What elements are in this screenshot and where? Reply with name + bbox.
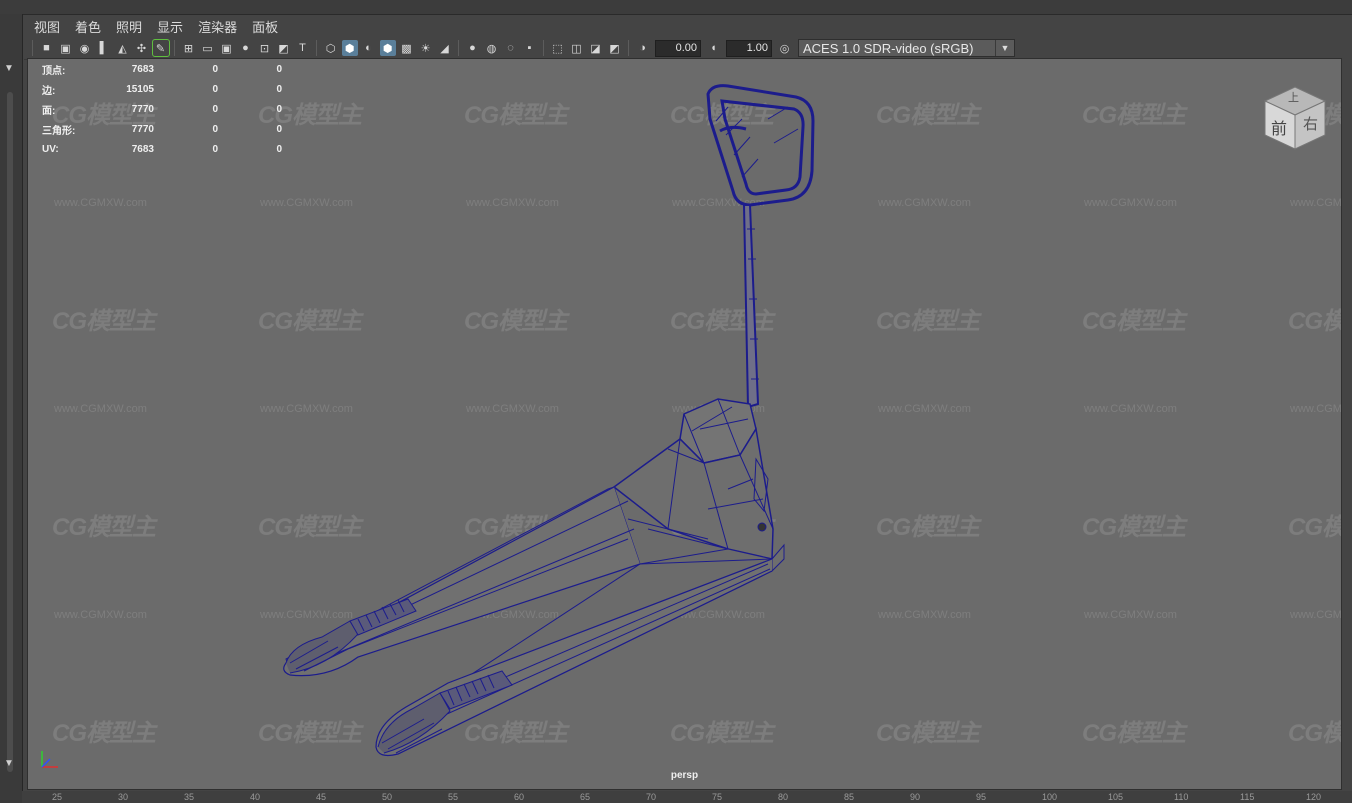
isolate-select-icon[interactable]: ⬚ [550,40,566,56]
scroll-track[interactable] [7,92,13,772]
viewport-menu-bar: 视图 着色 照明 显示 渲染器 面板 [24,16,1340,36]
color-space-label: ACES 1.0 SDR-video (sRGB) [803,40,974,56]
gamma-field[interactable]: 1.00 [726,39,772,57]
safe-action-icon[interactable]: ◩ [276,40,292,56]
ruler-tick-label: 95 [976,792,987,802]
ruler-tick-label: 45 [316,792,327,802]
ruler-tick-label: 105 [1108,792,1124,802]
ruler-tick-label: 50 [382,792,393,802]
wireframe-icon[interactable]: ⬡ [323,40,339,56]
view-cube-top-label[interactable]: 上 [1288,89,1299,105]
gate-mask-icon[interactable]: ● [238,40,254,56]
menu-panels[interactable]: 面板 [252,17,278,36]
ruler-tick-label: 65 [580,792,591,802]
exposure-icon[interactable]: ◑ [635,40,651,56]
camera-name-label: persp [670,770,699,781]
pallet-jack-model[interactable] [28,59,1341,789]
ruler-tick-label: 120 [1306,792,1322,802]
bookmarks-icon[interactable]: ◉ [77,40,93,56]
ruler-tick-label: 60 [514,792,525,802]
ruler-tick-label: 80 [778,792,789,802]
viewport-toolbar: ■ ▣ ◉ ▌ ◭ ✣ ✎ ⊞ ▭ ▣ ● ⊡ ◩ T ⬡ ⬢ ◐ ⬢ ▩ ☀ … [24,37,1340,60]
motion-blur-icon[interactable]: ◍ [484,40,500,56]
chevron-down-icon[interactable]: ▼ [995,40,1014,56]
menu-show[interactable]: 显示 [157,17,183,36]
xray-joints-icon[interactable]: ◩ [607,40,623,56]
depth-of-field-icon[interactable]: ▪ [522,40,538,56]
bookmark-icon[interactable]: ▌ [96,40,112,56]
menu-shading[interactable]: 着色 [75,17,101,36]
color-management-icon[interactable]: ◎ [777,40,793,56]
menu-lighting[interactable]: 照明 [116,17,142,36]
ruler-tick-label: 85 [844,792,855,802]
ruler-tick-label: 100 [1042,792,1058,802]
image-plane-icon[interactable]: ◭ [115,40,131,56]
ruler-tick-label: 75 [712,792,723,802]
camera-attributes-icon[interactable]: ▣ [58,40,74,56]
exposure-field[interactable]: 0.00 [655,39,701,57]
xray-active-icon[interactable]: ◪ [588,40,604,56]
ruler-tick-label: 25 [52,792,63,802]
ruler-tick-label: 35 [184,792,195,802]
screen-space-ao-icon[interactable]: ● [465,40,481,56]
safe-title-icon[interactable]: T [295,40,311,56]
smooth-shade-icon[interactable]: ⬢ [341,40,358,56]
menu-renderer[interactable]: 渲染器 [198,17,237,36]
axis-gizmo [41,751,58,768]
film-gate-icon[interactable]: ▭ [200,40,216,56]
ruler-tick-label: 110 [1174,792,1189,802]
3d-viewport[interactable]: CG模型主 www.CGMXW.com CG模型主 www.CGMXW.com CG模型… [27,58,1342,790]
menu-view[interactable]: 视图 [34,17,60,36]
field-chart-icon[interactable]: ⊡ [257,40,273,56]
anti-aliasing-icon[interactable]: ◌ [503,40,519,56]
grid-icon[interactable]: ⊞ [181,40,197,56]
ruler-tick-label: 40 [250,792,261,802]
ruler-tick-label: 70 [646,792,657,802]
xray-icon[interactable]: ◫ [569,40,585,56]
textured-icon[interactable]: ▩ [399,40,415,56]
default-material-icon[interactable]: ◐ [361,40,377,56]
ruler-tick-label: 55 [448,792,459,802]
wireframe-on-shaded-icon[interactable]: ⬢ [379,40,396,56]
ruler-tick-label: 115 [1240,792,1255,802]
view-cube-right-label[interactable]: 右 [1303,113,1318,134]
select-camera-icon[interactable]: ■ [39,40,55,56]
ruler-tick-label: 30 [118,792,129,802]
view-cube-front-label[interactable]: 前 [1271,115,1287,139]
window-top-strip [0,0,1352,15]
scroll-up-arrow-icon[interactable]: ▼ [4,64,14,74]
scroll-down-arrow-icon[interactable]: ▼ [4,759,14,769]
view-cube[interactable]: 上 前 右 [1263,85,1327,151]
color-space-dropdown[interactable]: ACES 1.0 SDR-video (sRGB) ▼ [798,39,1015,57]
left-scrollbar[interactable]: ▼ ▼ [0,14,23,803]
gamma-icon[interactable]: ◖ [706,40,722,56]
shadows-icon[interactable]: ◢ [437,40,453,56]
ruler-tick-label: 90 [910,792,921,802]
use-all-lights-icon[interactable]: ☀ [418,40,434,56]
grease-pencil-icon[interactable]: ✎ [151,39,170,57]
two-d-pan-icon[interactable]: ✣ [134,40,150,56]
time-slider-ruler[interactable]: 25 30 35 40 45 50 55 60 65 70 75 80 85 90 95 100 105 110 1… [22,791,1352,803]
resolution-gate-icon[interactable]: ▣ [219,40,235,56]
